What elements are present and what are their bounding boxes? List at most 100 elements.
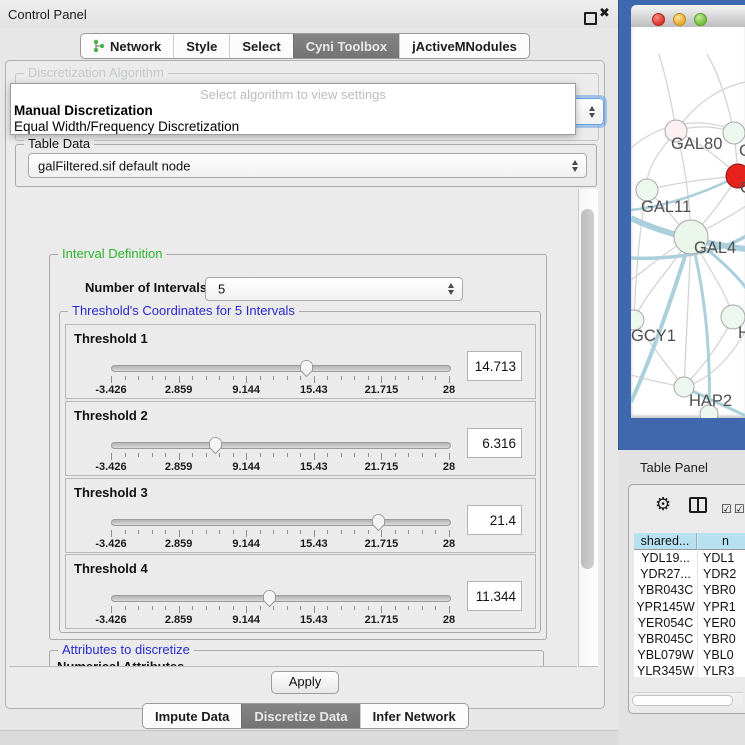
slider-tick [152, 606, 153, 610]
tab-cyni-toolbox[interactable]: Cyni Toolbox [293, 34, 399, 58]
close-traffic-light-icon[interactable] [652, 13, 665, 26]
network-window-titlebar[interactable] [631, 5, 745, 28]
slider-ticks [111, 453, 449, 461]
zoom-traffic-light-icon[interactable] [694, 13, 707, 26]
name-cell[interactable]: YDR2 [697, 566, 745, 582]
threshold-2-slider-thumb[interactable] [208, 436, 223, 455]
scrollbar-thumb[interactable] [581, 209, 594, 569]
shared-name-cell[interactable]: YLR345W [634, 663, 697, 677]
columns-icon[interactable] [689, 497, 707, 513]
shared-name-cell[interactable]: YDL19... [634, 550, 697, 566]
tab-discretize-data[interactable]: Discretize Data [241, 704, 359, 728]
network-edge[interactable] [659, 54, 676, 131]
slider-tick [260, 530, 261, 534]
table-row[interactable]: YPR145WYPR1 [634, 599, 745, 615]
table-panel-title: Table Panel [640, 460, 708, 475]
node-attribute-table[interactable]: shared... n YDL19...YDL1YDR27...YDR2YBR0… [634, 533, 745, 677]
table-data-combobox[interactable]: galFiltered.sif default node [28, 153, 587, 178]
column-header-name[interactable]: n [697, 533, 745, 550]
dropdown-option-manual-discretization[interactable]: Manual Discretization [11, 103, 575, 119]
slider-tick [179, 453, 180, 460]
name-cell[interactable]: YER0 [697, 615, 745, 631]
threshold-1-slider-thumb[interactable] [299, 359, 314, 378]
network-node[interactable] [723, 122, 745, 144]
table-row[interactable]: YBR043CYBR0 [634, 582, 745, 598]
tab-style[interactable]: Style [173, 34, 229, 58]
gear-icon[interactable]: ⚙ [655, 496, 671, 514]
threshold-3-slider-thumb[interactable] [371, 513, 386, 532]
network-canvas[interactable]: GAL80GACGAL11GAL4GCY1HHAP2 [631, 27, 745, 418]
threshold-3-slider-track[interactable] [111, 519, 451, 526]
threshold-4-slider-track[interactable] [111, 595, 451, 602]
network-edge[interactable] [684, 330, 745, 387]
tab-select[interactable]: Select [229, 34, 292, 58]
tab-infer-network[interactable]: Infer Network [360, 704, 468, 728]
threshold-4-value-field[interactable]: 11.344 [467, 581, 522, 611]
tab-impute-data-label: Impute Data [155, 709, 229, 724]
threshold-1-slider-track[interactable] [111, 365, 451, 372]
table-horizontal-scrollbar[interactable] [631, 692, 743, 706]
apply-button[interactable]: Apply [271, 671, 339, 694]
shared-name-cell[interactable]: YPR145W [634, 599, 697, 615]
shared-name-cell[interactable]: YDR27... [634, 566, 697, 582]
table-row[interactable]: YDL19...YDL1 [634, 550, 745, 566]
tab-network-label: Network [110, 39, 161, 54]
slider-tick-label: 28 [443, 384, 455, 396]
tab-impute-data[interactable]: Impute Data [143, 704, 241, 728]
slider-tick [260, 376, 261, 380]
name-cell[interactable]: YBL0 [697, 647, 745, 663]
threshold-1-value-field[interactable]: 14.713 [467, 351, 522, 381]
name-cell[interactable]: YPR1 [697, 599, 745, 615]
checkbox-icon[interactable]: ☑ [721, 502, 732, 516]
close-icon[interactable]: ✖ [599, 6, 610, 21]
slider-tick [233, 606, 234, 610]
slider-tick [152, 530, 153, 534]
thresholds-group: Threshold's Coordinates for 5 Intervals … [59, 311, 541, 633]
slider-tick [327, 376, 328, 380]
threshold-3-value-field[interactable]: 21.4 [467, 505, 522, 535]
algorithm-dropdown-hint: Select algorithm to view settings [11, 87, 575, 103]
panel-vertical-scrollbar[interactable] [578, 189, 598, 667]
network-node-label: GAL4 [694, 239, 736, 257]
table-data-value: galFiltered.sif default node [38, 158, 190, 173]
scrollbar-thumb[interactable] [632, 695, 733, 706]
table-row[interactable]: YBR045CYBR0 [634, 631, 745, 647]
threshold-2-slider-track[interactable] [111, 442, 451, 449]
network-edge[interactable] [707, 54, 734, 133]
slider-tick [341, 606, 342, 610]
checkbox-icon[interactable]: ☑ [734, 502, 745, 516]
network-node-label: H [738, 324, 745, 342]
shared-name-cell[interactable]: YBL079W [634, 647, 697, 663]
threshold-2-value-field[interactable]: 6.316 [467, 428, 522, 458]
name-cell[interactable]: YDL1 [697, 550, 745, 566]
tab-jactivemnodules[interactable]: jActiveMNodules [399, 34, 529, 58]
tab-select-label: Select [242, 39, 280, 54]
shared-name-cell[interactable]: YBR043C [634, 582, 697, 598]
network-graph[interactable]: GAL80GACGAL11GAL4GCY1HHAP2 [631, 27, 745, 418]
slider-tick-label: 21.715 [365, 384, 399, 396]
name-cell[interactable]: YLR3 [697, 663, 745, 677]
slider-tick [219, 530, 220, 534]
slider-tick [111, 530, 112, 537]
shared-name-cell[interactable]: YBR045C [634, 631, 697, 647]
slider-tick [165, 376, 166, 380]
interval-definition-title: Interval Definition [58, 247, 166, 261]
column-header-shared-name[interactable]: shared... [634, 533, 697, 550]
minimize-traffic-light-icon[interactable] [673, 13, 686, 26]
table-row[interactable]: YLR345WYLR3 [634, 663, 745, 677]
shared-name-cell[interactable]: YER054C [634, 615, 697, 631]
table-row[interactable]: YBL079WYBL0 [634, 647, 745, 663]
number-of-intervals-combobox[interactable]: 5 [205, 277, 463, 301]
slider-tick [179, 376, 180, 383]
slider-tick [273, 453, 274, 457]
dropdown-option-equal-width-frequency[interactable]: Equal Width/Frequency Discretization [11, 119, 575, 135]
threshold-4-slider-thumb[interactable] [262, 589, 277, 608]
combobox-arrows-icon [572, 160, 579, 172]
name-cell[interactable]: YBR0 [697, 631, 745, 647]
slider-tick [273, 376, 274, 380]
tab-network[interactable]: Network [81, 34, 173, 58]
float-window-icon[interactable] [584, 12, 597, 25]
table-row[interactable]: YDR27...YDR2 [634, 566, 745, 582]
name-cell[interactable]: YBR0 [697, 582, 745, 598]
table-row[interactable]: YER054CYER0 [634, 615, 745, 631]
